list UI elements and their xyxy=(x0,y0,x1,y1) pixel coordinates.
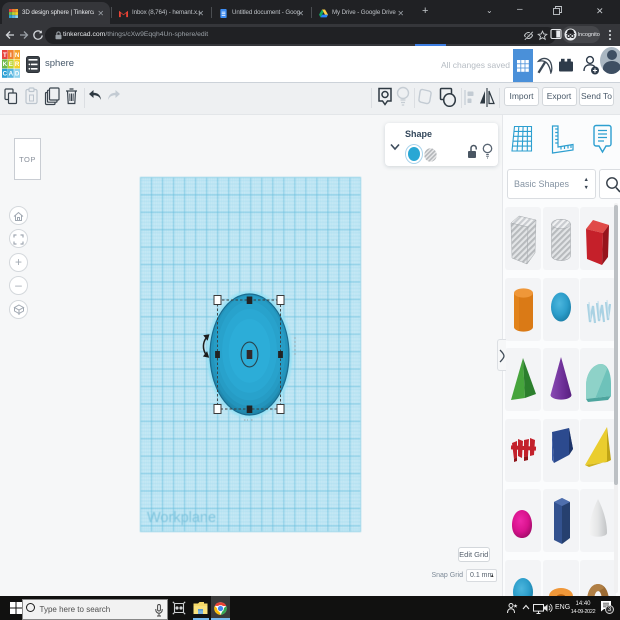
svg-text:I: I xyxy=(10,52,12,59)
svg-text:K: K xyxy=(3,61,8,68)
svg-text:E: E xyxy=(9,61,13,68)
svg-text:R: R xyxy=(15,61,20,68)
svg-text:Workplane: Workplane xyxy=(147,510,216,526)
svg-text:T: T xyxy=(3,52,7,59)
svg-text:A: A xyxy=(9,71,14,78)
svg-text:D: D xyxy=(15,71,20,78)
svg-text:C: C xyxy=(3,71,8,78)
svg-text:N: N xyxy=(15,52,20,59)
